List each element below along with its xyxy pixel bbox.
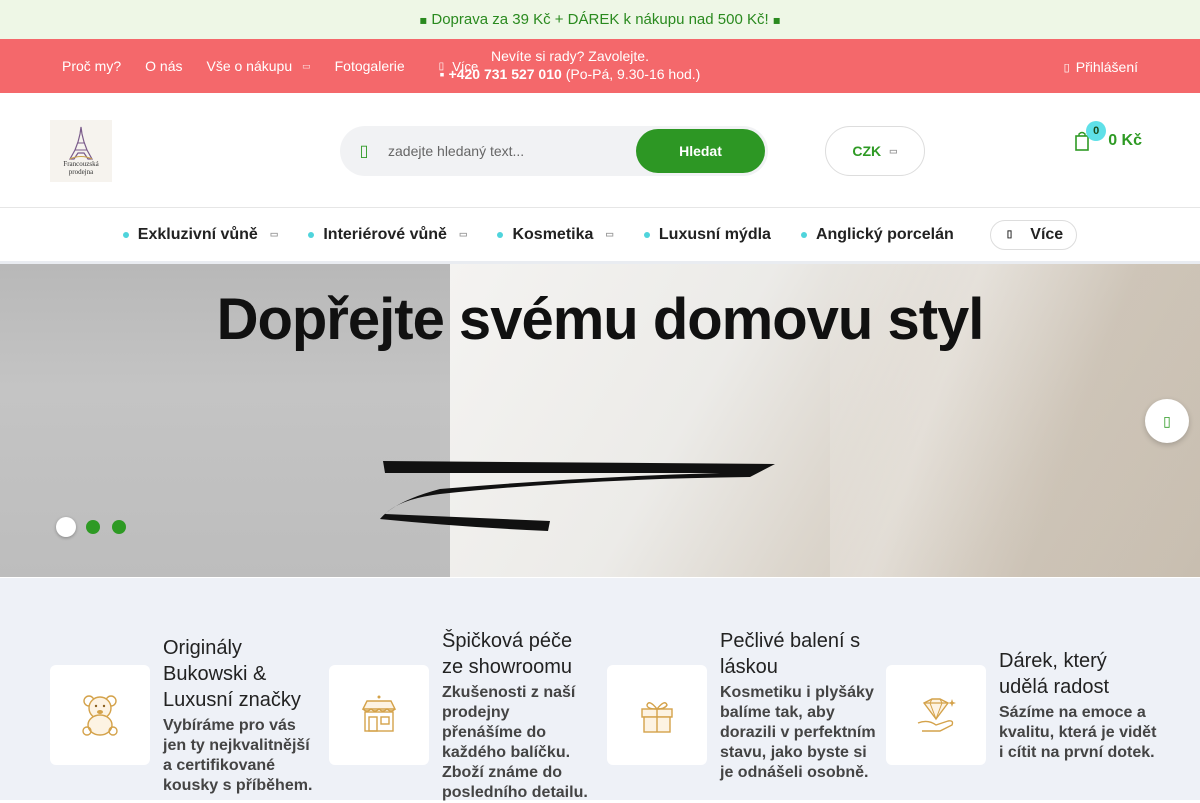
category-label: Kosmetika <box>512 225 594 243</box>
search-button[interactable]: Hledat <box>636 129 765 173</box>
cart-button[interactable]: 0 0 Kč <box>1070 121 1142 155</box>
currency-select[interactable]: CZK ▭ <box>825 126 925 176</box>
banner-pagination <box>56 517 126 537</box>
category-navigation: Exkluzivní vůně ▭ Interiérové vůně ▭ Kos… <box>0 208 1200 264</box>
banner-dot-1[interactable] <box>56 517 76 537</box>
user-icon: ▯ <box>1063 61 1070 74</box>
banner-dot-2[interactable] <box>86 520 100 534</box>
benefit-title: Dárek, který udělá radost <box>999 650 1110 698</box>
benefit-text: Sázíme na emoce a kvalitu, která je vidě… <box>999 704 1157 761</box>
chevron-down-icon: ▭ <box>605 229 614 239</box>
shop-icon <box>329 665 429 765</box>
top-link-about[interactable]: O nás <box>145 58 182 74</box>
announcement-text: Doprava za 39 Kč + DÁREK k nákupu nad 50… <box>431 11 769 28</box>
chevron-down-icon: ▭ <box>458 229 468 239</box>
search-bar: ▯ Hledat <box>340 126 768 176</box>
search-input[interactable] <box>388 143 628 159</box>
phone-hours: (Po-Pá, 9.30-16 hod.) <box>565 66 701 82</box>
category-label: Luxusní mýdla <box>658 225 771 243</box>
teddy-bear-icon <box>50 665 150 765</box>
benefit-text: Vybíráme pro vás jen ty nejkvalitnější a… <box>163 717 313 794</box>
currency-value: CZK <box>852 143 882 159</box>
diamond-hand-icon <box>886 665 986 765</box>
category-label: Exkluzivní vůně <box>137 225 258 243</box>
category-luxury-soaps[interactable]: Luxusní mýdla <box>643 225 771 244</box>
phone-contact: Nevíte si rady? Zavolejte. ▪ +420 731 52… <box>420 47 720 83</box>
banner-dot-3[interactable] <box>112 520 126 534</box>
chevron-down-icon: ▭ <box>269 229 279 239</box>
menu-icon: ▯ <box>1006 229 1013 240</box>
benefit-title: Originály Bukowski & Luxusní značky <box>163 637 301 711</box>
bullet-dot <box>643 231 650 238</box>
site-logo[interactable]: Francouzská prodejna <box>50 120 112 182</box>
gift-icon: ▪ <box>419 12 428 27</box>
gift-box-icon <box>607 665 707 765</box>
category-more-label: Více <box>1030 225 1064 243</box>
benefits-section: Originály Bukowski & Luxusní značky Vybí… <box>0 578 1200 801</box>
logo-text-line-2: prodejna <box>68 168 94 176</box>
top-links: Proč my? O nás Vše o nákupu ▭ Fotogaleri… <box>62 58 478 74</box>
top-navigation: Proč my? O nás Vše o nákupu ▭ Fotogaleri… <box>0 39 1200 93</box>
phone-icon: ▪ <box>439 66 445 82</box>
benefit-text: Zkušenosti z naší prodejny přenášíme do … <box>442 684 588 801</box>
shopping-bag-icon: 0 <box>1070 121 1107 155</box>
gift-icon: ▪ <box>772 12 781 27</box>
top-link-shopping-info-label: Vše o nákupu <box>206 58 293 74</box>
logo-text-line-1: Francouzská <box>63 160 99 168</box>
top-link-shopping-info[interactable]: Vše o nákupu ▭ <box>206 58 310 74</box>
category-exclusive-fragrances[interactable]: Exkluzivní vůně ▭ <box>122 225 279 244</box>
bullet-dot <box>800 231 807 238</box>
site-header: Francouzská prodejna ▯ Hledat CZK ▭ 0 0 … <box>0 93 1200 208</box>
top-link-why-us[interactable]: Proč my? <box>62 58 121 74</box>
chevron-right-icon: ▯ <box>1163 412 1171 429</box>
benefit-title: Špičková péče ze showroomu <box>442 630 573 678</box>
top-link-gallery[interactable]: Fotogalerie <box>335 58 405 74</box>
category-cosmetics[interactable]: Kosmetika ▭ <box>497 225 614 244</box>
chevron-down-icon: ▭ <box>889 145 898 156</box>
announcement-bar: ▪ Doprava za 39 Kč + DÁREK k nákupu nad … <box>0 0 1200 39</box>
phone-number[interactable]: +420 731 527 010 <box>449 66 562 82</box>
banner-next-button[interactable]: ▯ <box>1145 399 1189 443</box>
category-more-button[interactable]: ▯ Více <box>989 219 1078 250</box>
cart-count-badge: 0 <box>1086 121 1107 141</box>
benefit-text: Kosmetiku i plyšáky balíme tak, aby dora… <box>720 684 876 781</box>
bullet-dot <box>308 231 315 238</box>
hero-banner[interactable]: Dopřejte svému domovu styl ▯ <box>0 264 1200 577</box>
benefit-title: Pečlivé balení s láskou <box>720 630 861 678</box>
brush-stroke-graphic <box>380 461 775 531</box>
bullet-dot <box>122 231 129 238</box>
category-interior-fragrances[interactable]: Interiérové vůně ▭ <box>308 226 467 244</box>
banner-headline: Dopřejte svému domovu styl <box>216 287 985 352</box>
category-label: Anglický porcelán <box>815 225 954 243</box>
cart-total: 0 Kč <box>1108 132 1142 149</box>
category-label: Interiérové vůně <box>323 225 447 243</box>
eiffel-tower-icon <box>66 126 96 160</box>
chevron-down-icon: ▭ <box>302 60 311 71</box>
search-icon: ▯ <box>359 143 369 160</box>
logo-text: Francouzská prodejna <box>63 160 98 176</box>
bullet-dot <box>497 231 504 238</box>
login-link[interactable]: ▯ Přihlášení <box>1064 59 1138 75</box>
phone-prompt: Nevíte si rady? Zavolejte. <box>491 48 649 64</box>
login-label: Přihlášení <box>1075 59 1138 75</box>
category-english-porcelain[interactable]: Anglický porcelán <box>800 225 954 244</box>
